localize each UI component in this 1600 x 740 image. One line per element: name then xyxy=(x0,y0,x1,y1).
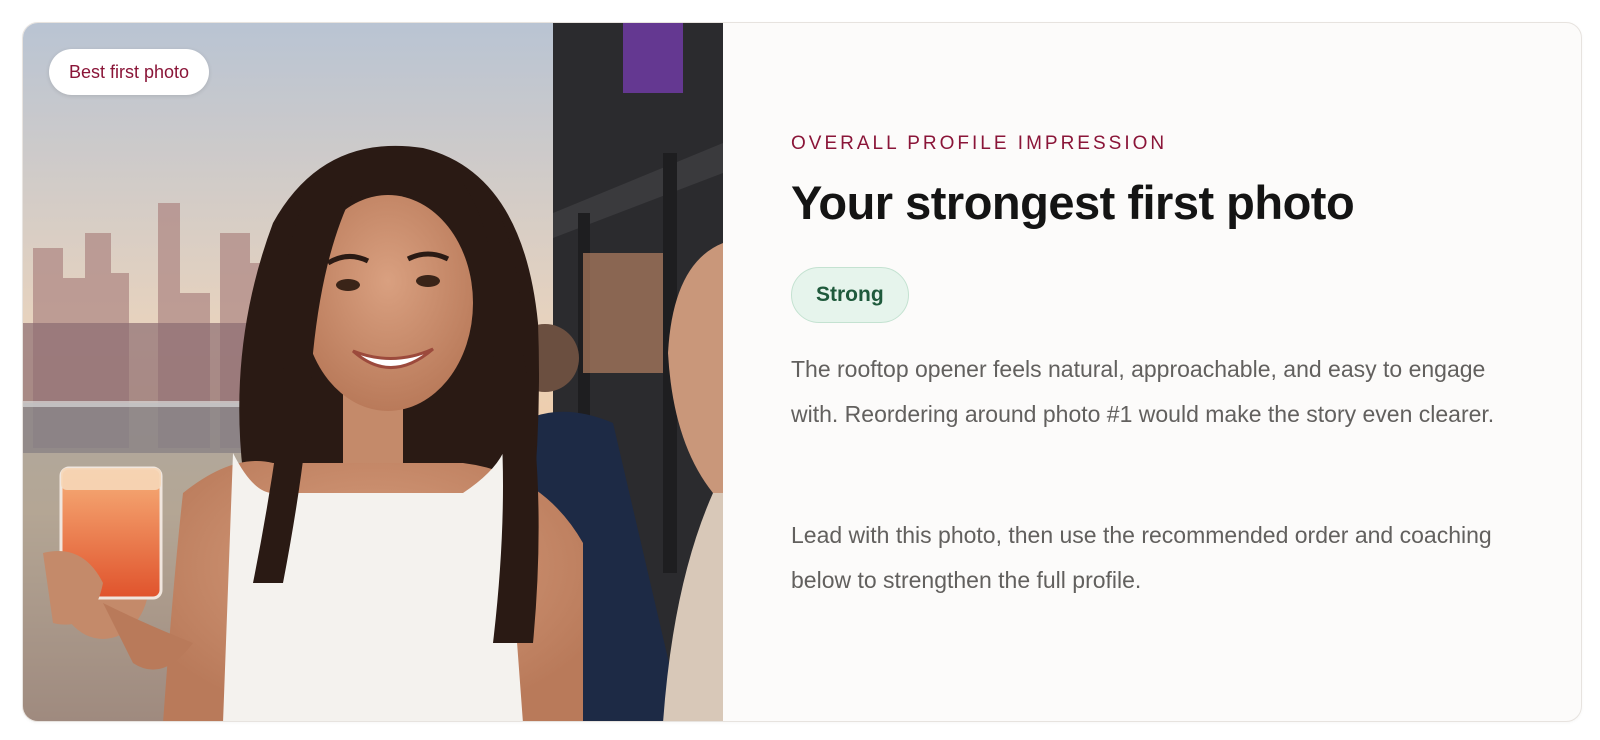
section-eyebrow: OVERALL PROFILE IMPRESSION xyxy=(791,133,1168,154)
profile-impression-card: Best first photo OVERALL PROFILE IMPRESS… xyxy=(22,22,1582,722)
impression-advice: Lead with this photo, then use the recom… xyxy=(791,522,1492,593)
impression-panel: OVERALL PROFILE IMPRESSION Your stronges… xyxy=(791,23,1551,721)
rooftop-photo-illustration xyxy=(23,23,723,721)
best-first-photo-badge: Best first photo xyxy=(49,49,210,95)
rating-badge: Strong xyxy=(791,267,909,323)
impression-summary: The rooftop opener feels natural, approa… xyxy=(791,356,1495,427)
first-photo: Best first photo xyxy=(23,23,723,721)
page-title: Your strongest first photo xyxy=(791,176,1355,229)
